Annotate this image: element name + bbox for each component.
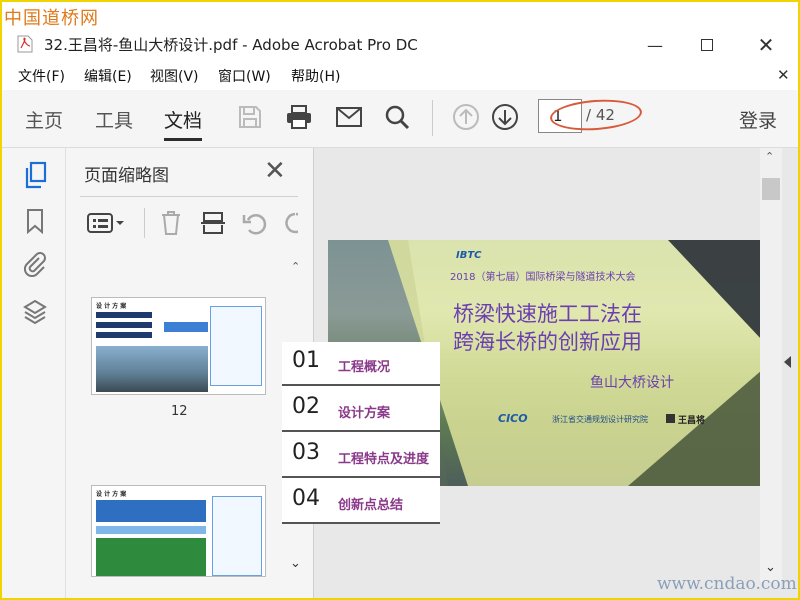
slide-title-line2: 跨海长桥的创新应用 [453, 330, 642, 354]
thumbnail-page-label: 12 [171, 404, 188, 419]
delete-page-icon[interactable] [159, 210, 183, 240]
window-title: 32.王昌将-鱼山大桥设计.pdf - Adobe Acrobat Pro DC [44, 36, 418, 54]
menu-help[interactable]: 帮助(H) [291, 66, 340, 86]
thumb-block [96, 312, 152, 318]
tab-document[interactable]: 文档 [164, 106, 203, 141]
close-panel-icon[interactable]: ✕ [264, 156, 286, 186]
page-thumbnails-icon[interactable] [20, 160, 50, 190]
ibtc-logo: IBTC [456, 250, 482, 261]
slide-title-line1: 桥梁快速施工工法在 [453, 302, 642, 326]
agenda-number: 02 [292, 394, 320, 419]
thumbnail-page-next[interactable]: 设 计 方 案 [91, 485, 266, 577]
agenda-row: 03 工程特点及进度 [282, 434, 440, 478]
thumbnail-options-button[interactable] [86, 208, 130, 238]
cico-logo: CICO [498, 412, 528, 425]
panel-toolbar-divider [144, 208, 145, 238]
author-name: 王昌将 [678, 416, 706, 426]
tab-tools[interactable]: 工具 [95, 106, 133, 133]
list-options-icon [87, 213, 124, 233]
rotate-right-icon[interactable] [282, 210, 298, 240]
save-icon[interactable] [234, 101, 266, 133]
screenshot-frame: 中国道桥网 32.王昌将-鱼山大桥设计.pdf - Adobe Acrobat … [0, 0, 800, 600]
agenda-number: 01 [292, 348, 320, 373]
agenda-label: 工程特点及进度 [338, 452, 430, 467]
thumbnail-page-12[interactable]: 设 计 方 案 [91, 297, 266, 395]
toolbar-divider [432, 100, 433, 136]
close-window-button[interactable]: ✕ [743, 30, 789, 60]
thumb-photo [96, 346, 208, 392]
thumb-notes [212, 496, 262, 576]
maximize-button[interactable] [684, 30, 730, 60]
close-document-button[interactable]: ✕ [777, 66, 790, 84]
agenda-number: 04 [292, 486, 320, 511]
layers-icon[interactable] [20, 296, 50, 326]
login-button[interactable]: 登录 [739, 106, 777, 133]
thumb-block [96, 500, 206, 522]
agenda-row: 04 创新点总结 [282, 480, 440, 524]
pdf-file-icon [17, 35, 33, 53]
tab-home[interactable]: 主页 [25, 106, 63, 133]
menu-window[interactable]: 窗口(W) [218, 66, 271, 86]
agenda-row: 02 设计方案 [282, 388, 440, 432]
thumb-block [96, 322, 152, 328]
thumbnail-heading: 设 计 方 案 [96, 303, 127, 310]
scroll-up-icon[interactable]: ⌃ [765, 150, 774, 163]
agenda-label: 创新点总结 [338, 498, 404, 513]
attachment-icon[interactable] [20, 249, 50, 279]
thumb-notes [210, 306, 262, 386]
agenda-label: 工程概况 [338, 360, 391, 375]
previous-page-icon[interactable] [450, 101, 482, 133]
print-icon[interactable] [283, 101, 315, 133]
menu-file[interactable]: 文件(F) [18, 66, 65, 86]
next-page-icon[interactable] [489, 101, 521, 133]
thumb-block [96, 526, 206, 534]
scroll-up-icon[interactable]: ⌃ [291, 260, 300, 273]
thumb-block [96, 332, 152, 338]
slide-subtitle: 鱼山大桥设计 [590, 375, 674, 391]
agenda-label: 设计方案 [338, 406, 391, 421]
author-avatar-icon [666, 414, 675, 423]
agenda-row: 01 工程概况 [282, 342, 440, 386]
title-bar: 32.王昌将-鱼山大桥设计.pdf - Adobe Acrobat Pro DC… [2, 30, 798, 60]
thumbnail-panel: 页面缩略图 ✕ ⌃ ⌄ 设 计 方 案 12 设 计 方 案 [66, 148, 314, 598]
agenda-overlay: 01 工程概况 02 设计方案 03 工程特点及进度 04 创新点总结 [282, 342, 440, 524]
panel-title: 页面缩略图 [84, 166, 169, 186]
extract-page-icon[interactable] [200, 210, 226, 240]
menu-view[interactable]: 视图(V) [150, 66, 199, 86]
organization-name: 浙江省交通规划设计研究院 [552, 415, 648, 424]
thumb-block [164, 322, 208, 332]
mail-icon[interactable] [333, 101, 365, 133]
viewer-scrollbar[interactable]: ⌃ ⌄ [760, 148, 782, 582]
conference-name: 2018（第七届）国际桥梁与隧道技术大会 [450, 272, 636, 283]
maximize-icon [701, 39, 713, 51]
bookmark-icon[interactable] [20, 206, 50, 236]
panel-divider [80, 196, 298, 197]
navigation-rail [2, 148, 66, 598]
expand-right-pane-icon[interactable] [784, 356, 791, 368]
watermark-top: 中国道桥网 [4, 8, 99, 29]
menu-bar: 文件(F) 编辑(E) 视图(V) 窗口(W) 帮助(H) ✕ [2, 62, 798, 88]
thumbnail-heading: 设 计 方 案 [96, 491, 127, 498]
agenda-number: 03 [292, 440, 320, 465]
minimize-button[interactable]: — [632, 30, 678, 60]
thumb-table [96, 538, 206, 576]
toolbar: 主页 工具 文档 [2, 90, 798, 148]
rotate-left-icon[interactable] [242, 210, 268, 240]
scroll-down-icon[interactable]: ⌄ [765, 560, 776, 575]
scroll-thumb[interactable] [762, 178, 780, 200]
search-icon[interactable] [381, 101, 413, 133]
watermark-bottom: www.cndao.com [657, 574, 797, 594]
scroll-down-icon[interactable]: ⌄ [290, 556, 301, 571]
menu-edit[interactable]: 编辑(E) [84, 66, 132, 86]
